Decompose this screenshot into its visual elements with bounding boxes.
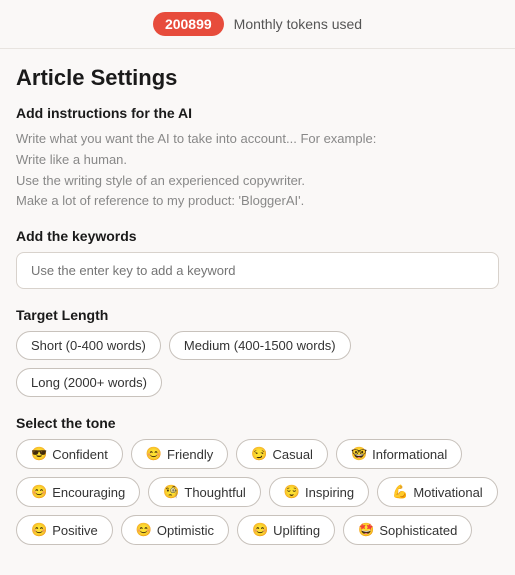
tone-encouraging[interactable]: 😊 Encouraging <box>16 477 140 507</box>
main-content: Article Settings Add instructions for th… <box>0 49 515 575</box>
tone-confident[interactable]: 😎 Confident <box>16 439 123 469</box>
ai-instructions-hint: Write what you want the AI to take into … <box>16 129 499 212</box>
tone-positive[interactable]: 😊 Positive <box>16 515 113 545</box>
keywords-input[interactable] <box>16 252 499 289</box>
length-medium[interactable]: Medium (400-1500 words) <box>169 331 351 360</box>
tone-informational[interactable]: 🤓 Informational <box>336 439 462 469</box>
hint-line4: Make a lot of reference to my product: '… <box>16 193 304 208</box>
top-bar: 200899 Monthly tokens used <box>0 0 515 49</box>
tone-grid: 😎 Confident 😊 Friendly 😏 Casual 🤓 Inform… <box>16 439 499 545</box>
length-long[interactable]: Long (2000+ words) <box>16 368 162 397</box>
tone-uplifting[interactable]: 😊 Uplifting <box>237 515 335 545</box>
keywords-label: Add the keywords <box>16 228 499 244</box>
target-length-label: Target Length <box>16 307 499 323</box>
length-options: Short (0-400 words) Medium (400-1500 wor… <box>16 331 499 397</box>
target-length-section: Target Length Short (0-400 words) Medium… <box>16 307 499 397</box>
tone-motivational[interactable]: 💪 Motivational <box>377 477 498 507</box>
tone-friendly[interactable]: 😊 Friendly <box>131 439 228 469</box>
tone-optimistic[interactable]: 😊 Optimistic <box>121 515 229 545</box>
ai-instructions-label: Add instructions for the AI <box>16 105 499 121</box>
page-title: Article Settings <box>16 65 499 91</box>
tone-label: Select the tone <box>16 415 499 431</box>
token-count: 200899 <box>153 12 224 36</box>
tone-inspiring[interactable]: 😌 Inspiring <box>269 477 369 507</box>
tone-sophisticated[interactable]: 🤩 Sophisticated <box>343 515 472 545</box>
tone-casual[interactable]: 😏 Casual <box>236 439 328 469</box>
hint-line1: Write what you want the AI to take into … <box>16 131 376 146</box>
tone-thoughtful[interactable]: 🧐 Thoughtful <box>148 477 261 507</box>
token-label: Monthly tokens used <box>234 16 362 32</box>
hint-line3: Use the writing style of an experienced … <box>16 173 305 188</box>
tone-section: Select the tone 😎 Confident 😊 Friendly 😏… <box>16 415 499 545</box>
length-short[interactable]: Short (0-400 words) <box>16 331 161 360</box>
hint-line2: Write like a human. <box>16 152 127 167</box>
